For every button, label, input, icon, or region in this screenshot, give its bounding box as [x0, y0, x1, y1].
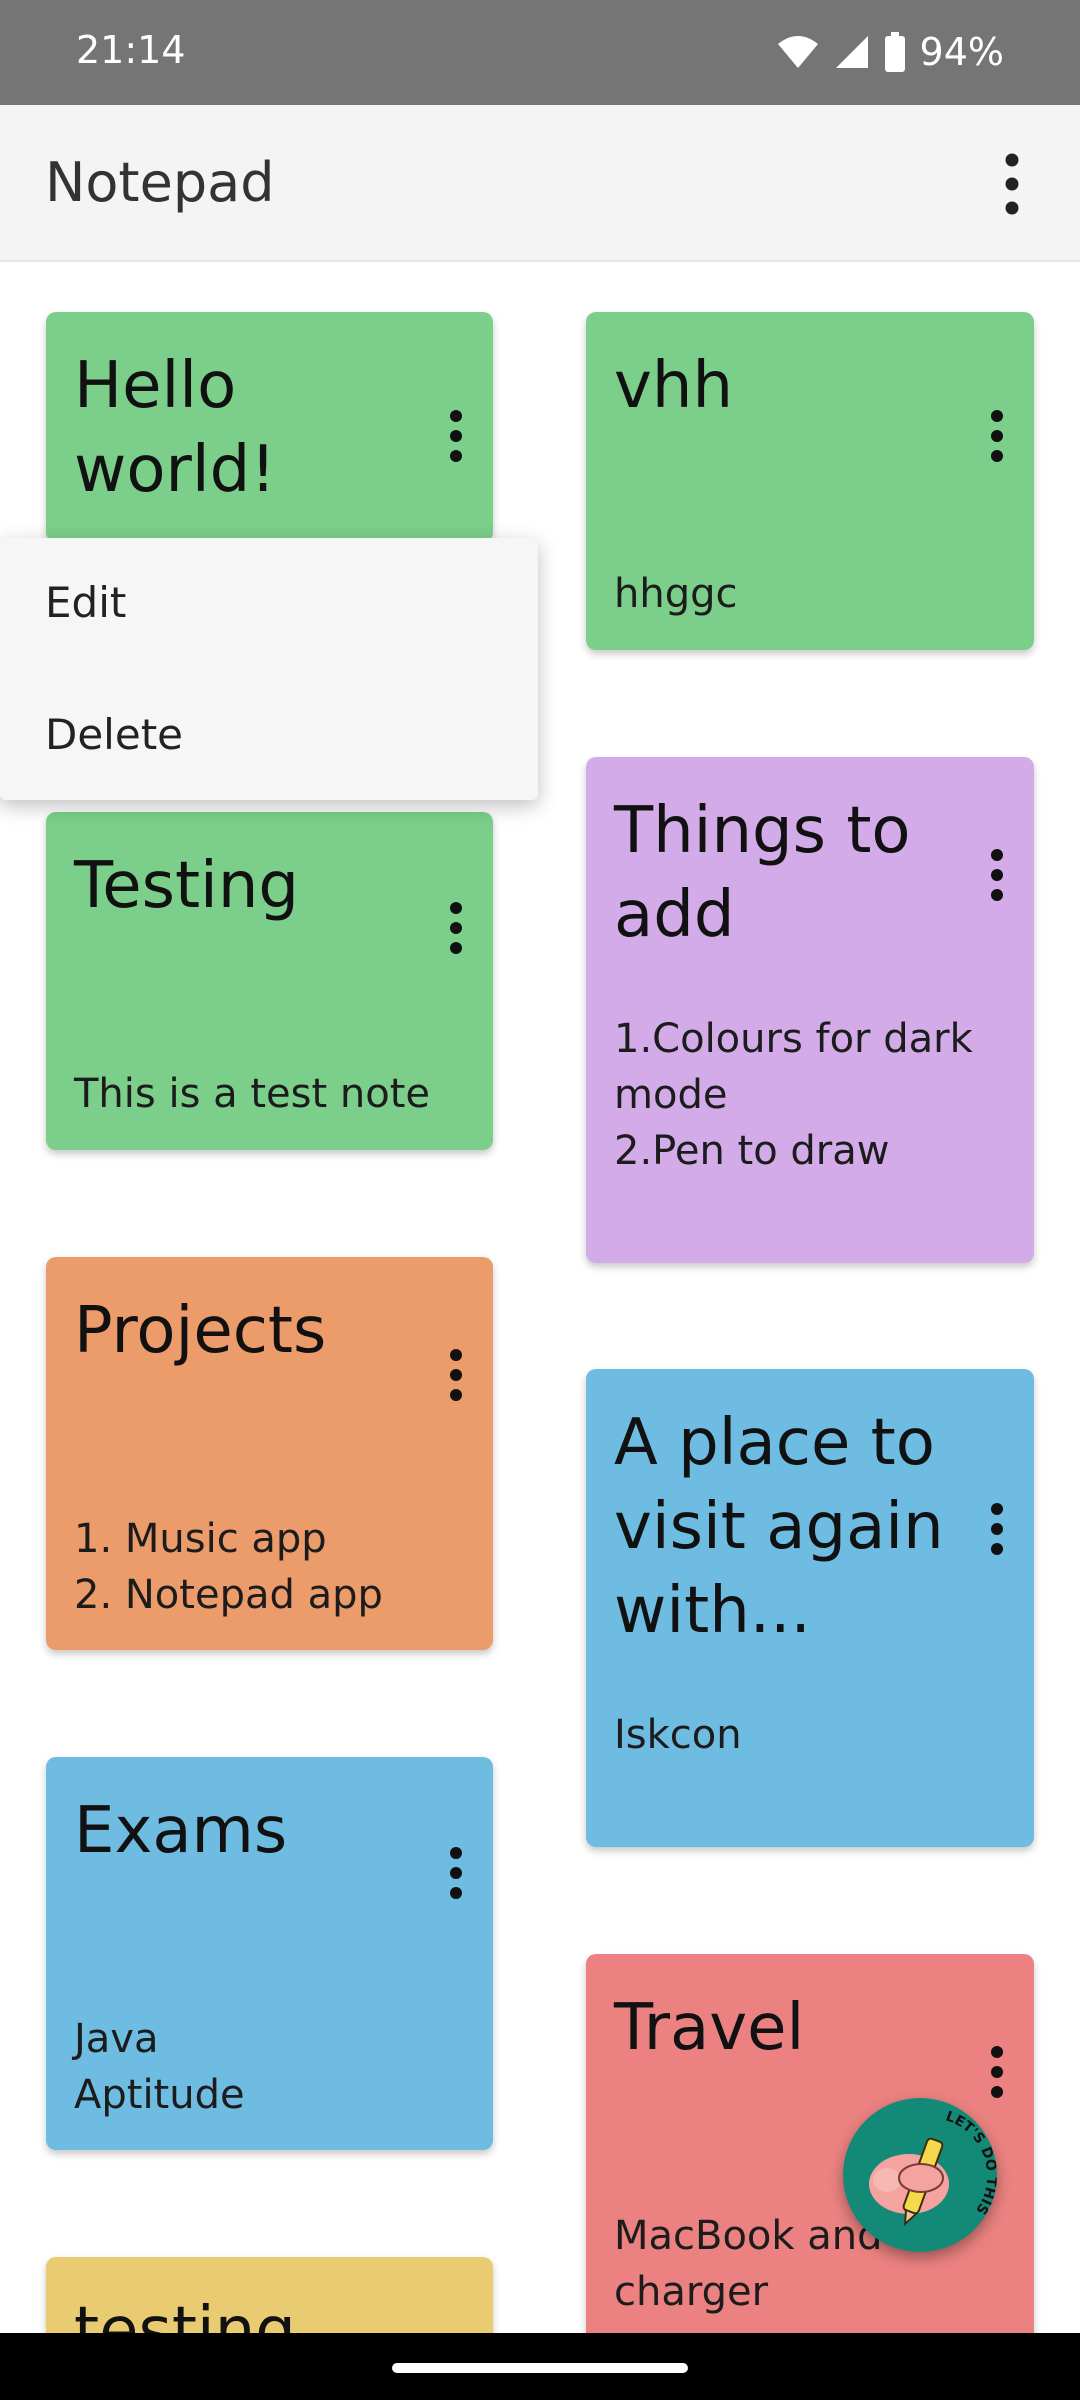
status-bar: 21:14 94% [0, 0, 1080, 105]
note-more-icon[interactable] [441, 1347, 471, 1403]
edit-menu-item[interactable]: Edit [45, 578, 126, 627]
note-more-icon[interactable] [441, 408, 471, 464]
note-body: This is a test note [74, 1071, 430, 1117]
note-more-icon[interactable] [982, 2044, 1012, 2100]
note-body: hhggc [614, 571, 738, 617]
note-card[interactable]: Hello world! [46, 312, 493, 542]
note-card[interactable]: A place to visit again with... Iskcon [586, 1369, 1034, 1847]
note-body: Iskcon [614, 1712, 742, 1758]
note-body: Java Aptitude [74, 2016, 245, 2118]
note-card[interactable]: vhh hhggc [586, 312, 1034, 650]
note-more-icon[interactable] [982, 408, 1012, 464]
status-time: 21:14 [76, 28, 186, 72]
note-card[interactable]: Projects 1. Music app 2. Notepad app [46, 1257, 493, 1650]
note-card[interactable]: Testing This is a test note [46, 812, 493, 1150]
note-more-icon[interactable] [982, 1501, 1012, 1557]
wifi-icon [777, 36, 818, 68]
note-title: Travel [614, 1991, 805, 2065]
note-title: vhh [614, 349, 733, 423]
note-title: Testing [74, 849, 299, 923]
app-bar: Notepad [0, 105, 1080, 262]
note-title: A place to visit again with... [614, 1406, 944, 1648]
note-context-menu: Edit Delete [0, 538, 538, 800]
more-options-icon[interactable] [988, 151, 1036, 217]
note-title: Projects [74, 1294, 327, 1368]
note-title: Hello world! [74, 349, 276, 507]
gesture-navigation-bar [0, 2333, 1080, 2400]
add-note-fab[interactable]: LET'S DO THIS [843, 2098, 997, 2252]
note-card[interactable]: Exams Java Aptitude [46, 1757, 493, 2150]
app-title: Notepad [45, 151, 275, 214]
home-gesture-handle[interactable] [392, 2363, 688, 2373]
note-card[interactable]: Things to add 1.Colours for dark mode 2.… [586, 757, 1034, 1263]
battery-percent: 94% [919, 30, 1004, 74]
note-more-icon[interactable] [441, 900, 471, 956]
note-body: 1. Music app 2. Notepad app [74, 1516, 383, 1618]
note-more-icon[interactable] [441, 1845, 471, 1901]
cell-signal-icon [835, 36, 868, 68]
note-more-icon[interactable] [982, 847, 1012, 903]
status-icons: 94% [776, 24, 1004, 80]
delete-menu-item[interactable]: Delete [45, 710, 183, 759]
thumbs-up-pencil-sticker-icon: LET'S DO THIS [869, 2109, 997, 2227]
note-title: Exams [74, 1794, 288, 1868]
battery-icon [884, 32, 905, 72]
note-body: 1.Colours for dark mode 2.Pen to draw [614, 1016, 973, 1174]
note-title: Things to add [614, 794, 911, 952]
